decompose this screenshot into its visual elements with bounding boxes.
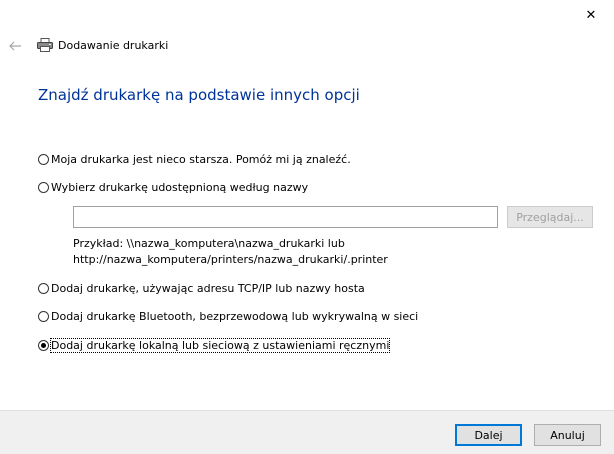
radio-shared-by-name[interactable] [38, 182, 49, 193]
close-button[interactable]: ✕ [568, 0, 614, 30]
example-text: Przykład: \\nazwa_komputera\nazwa_drukar… [73, 236, 388, 268]
option-tcpip-label: Dodaj drukarkę, używając adresu TCP/IP l… [51, 282, 365, 295]
option-local-manual-label: Dodaj drukarkę lokalną lub sieciową z us… [49, 338, 391, 353]
option-older-printer-label: Moja drukarka jest nieco starsza. Pomóż … [51, 153, 351, 166]
dialog-footer: Dalej Anuluj [0, 410, 614, 454]
radio-tcpip[interactable] [38, 283, 49, 294]
browse-button[interactable]: Przeglądaj... [507, 206, 593, 228]
example-line-2: http://nazwa_komputera/printers/nazwa_dr… [73, 253, 388, 266]
radio-older-printer[interactable] [38, 154, 49, 165]
back-arrow-icon [9, 41, 21, 51]
option-local-manual[interactable]: Dodaj drukarkę lokalną lub sieciową z us… [38, 338, 391, 353]
printer-icon [37, 38, 53, 52]
example-line-1: Przykład: \\nazwa_komputera\nazwa_drukar… [73, 237, 345, 250]
option-tcpip[interactable]: Dodaj drukarkę, używając adresu TCP/IP l… [38, 282, 365, 295]
page-heading: Znajdź drukarkę na podstawie innych opcj… [38, 86, 360, 104]
back-button[interactable] [4, 36, 26, 56]
option-bluetooth-label: Dodaj drukarkę Bluetooth, bezprzewodową … [51, 310, 419, 323]
option-older-printer[interactable]: Moja drukarka jest nieco starsza. Pomóż … [38, 153, 351, 166]
option-bluetooth[interactable]: Dodaj drukarkę Bluetooth, bezprzewodową … [38, 310, 418, 323]
next-button[interactable]: Dalej [455, 424, 522, 446]
close-icon: ✕ [585, 7, 597, 23]
shared-printer-path-input[interactable] [73, 206, 498, 228]
window-title-text: Dodawanie drukarki [58, 38, 169, 52]
option-shared-by-name-label: Wybierz drukarkę udostępnioną według naz… [51, 181, 309, 194]
window-title: Dodawanie drukarki [37, 38, 168, 52]
cancel-button[interactable]: Anuluj [534, 424, 601, 446]
radio-local-manual[interactable] [38, 340, 49, 351]
radio-bluetooth[interactable] [38, 311, 49, 322]
option-shared-by-name[interactable]: Wybierz drukarkę udostępnioną według naz… [38, 181, 308, 194]
